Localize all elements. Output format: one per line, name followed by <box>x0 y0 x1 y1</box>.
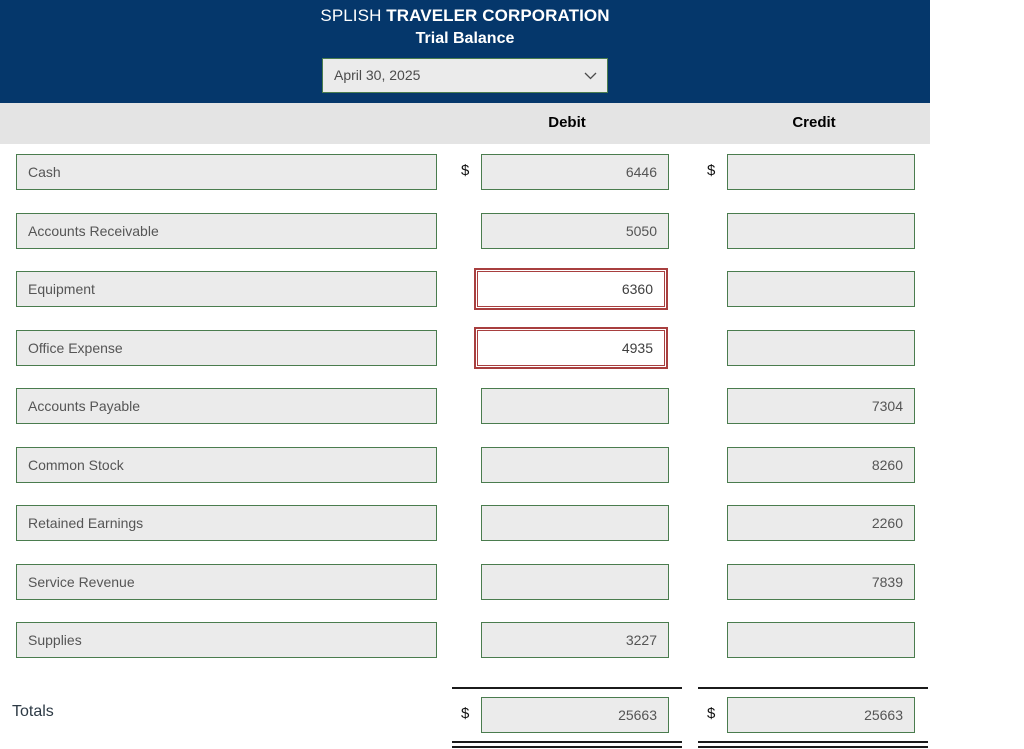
table-row: Accounts Payable 7304 <box>0 388 930 447</box>
totals-rule-top-credit <box>698 686 928 689</box>
account-rows: Cash $ $6446 Accounts Receivable 5050 Equipme… <box>0 144 930 681</box>
credit-field[interactable]: 8260 <box>727 446 915 483</box>
account-name-field[interactable]: Equipment <box>16 271 437 307</box>
table-row: Retained Earnings 2260 <box>0 505 930 564</box>
credit-field[interactable] <box>727 622 915 658</box>
totals-credit-field[interactable]: 25663 <box>727 696 915 733</box>
credit-field[interactable]: 7839 <box>727 563 915 600</box>
debit-field[interactable]: 5050 <box>481 212 669 249</box>
debit-field[interactable] <box>481 388 669 424</box>
credit-field[interactable] <box>727 271 915 307</box>
totals-row: Totals $ 25663 $ 25663 <box>0 681 930 749</box>
currency-symbol-debit: $ <box>461 162 470 179</box>
table-row: Service Revenue 7839 <box>0 563 930 623</box>
credit-field[interactable] <box>727 212 915 249</box>
table-row: Accounts Receivable 5050 <box>0 212 930 272</box>
table-row: Equipment 6360 <box>0 268 930 330</box>
debit-field[interactable] <box>481 446 669 483</box>
period-select[interactable]: April 30, 2025 <box>322 58 608 93</box>
period-select-value: April 30, 2025 <box>334 67 421 83</box>
debit-field-error[interactable]: 6360 <box>474 268 668 310</box>
account-name-field[interactable]: Supplies <box>16 622 437 658</box>
debit-field-error[interactable]: 4935 <box>474 326 668 369</box>
currency-symbol-credit-total: $ <box>707 704 716 722</box>
account-name-field[interactable]: Accounts Payable <box>16 388 437 424</box>
table-row: Cash $ $6446 <box>0 154 930 213</box>
credit-field[interactable] <box>727 329 915 366</box>
company-name: TRAVELER CORPORATION <box>386 6 610 25</box>
account-name-field[interactable]: Service Revenue <box>16 563 437 600</box>
table-row: Office Expense 4935 <box>0 326 930 389</box>
report-header: SPLISH TRAVELER CORPORATION Trial Balanc… <box>0 0 930 103</box>
currency-symbol-credit: $ <box>707 162 716 179</box>
column-header-credit: Credit <box>792 114 836 131</box>
column-header-debit: Debit <box>548 114 586 131</box>
totals-rule-top-debit <box>452 686 682 689</box>
period-select-wrapper: April 30, 2025 <box>0 58 930 93</box>
table-row: Common Stock 8260 <box>0 446 930 506</box>
credit-field[interactable] <box>727 154 915 190</box>
credit-field[interactable]: 7304 <box>727 388 915 424</box>
totals-label: Totals <box>12 702 54 720</box>
account-name-field[interactable]: Common Stock <box>16 446 437 483</box>
totals-rule-bottom-credit <box>698 740 928 748</box>
table-row: Supplies 3227 <box>0 622 930 681</box>
totals-debit-field[interactable]: 25663 <box>481 696 669 733</box>
chevron-down-icon <box>584 59 597 92</box>
account-name-field[interactable]: Accounts Receivable <box>16 212 437 249</box>
company-prefix: SPLISH <box>320 6 387 25</box>
debit-field[interactable]: 3227 <box>481 622 669 658</box>
account-name-field[interactable]: Office Expense <box>16 329 437 366</box>
debit-field[interactable]: 6446 <box>481 154 669 190</box>
currency-symbol-debit-total: $ <box>461 704 470 722</box>
debit-field[interactable] <box>481 563 669 600</box>
account-name-field[interactable]: Retained Earnings <box>16 505 437 541</box>
totals-rule-bottom-debit <box>452 740 682 748</box>
report-title: Trial Balance <box>415 30 515 47</box>
credit-field[interactable]: 2260 <box>727 505 915 541</box>
trial-balance-sheet: SPLISH TRAVELER CORPORATION Trial Balanc… <box>0 0 930 749</box>
account-name-field[interactable]: Cash <box>16 154 437 190</box>
company-title: SPLISH TRAVELER CORPORATION <box>0 5 930 27</box>
debit-field[interactable] <box>481 505 669 541</box>
column-header-band: Debit Credit <box>0 103 930 144</box>
